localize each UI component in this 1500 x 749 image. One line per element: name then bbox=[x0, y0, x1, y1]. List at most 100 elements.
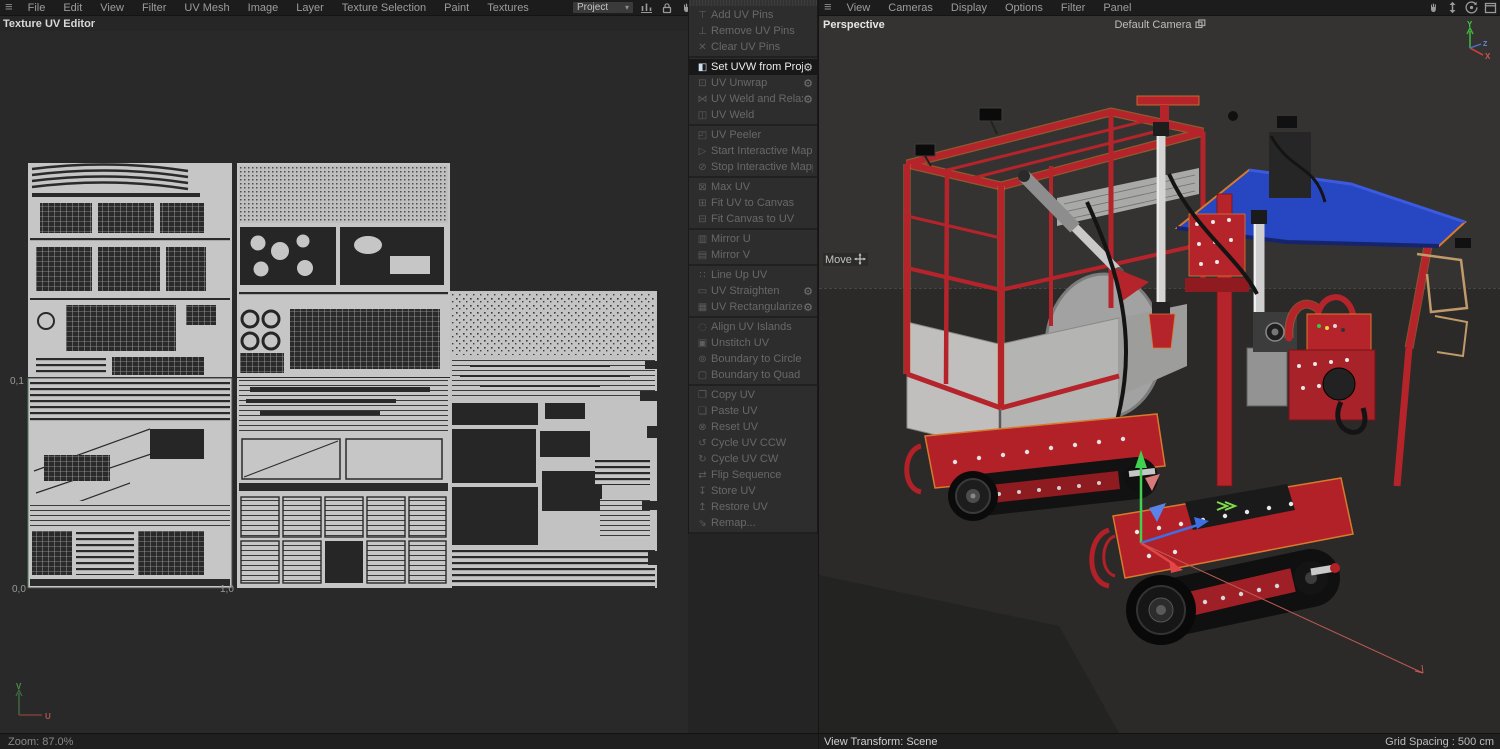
machine-model[interactable] bbox=[907, 96, 1471, 645]
uv-editor-menubar: ≡ FileEditViewFilterUV MeshImageLayerTex… bbox=[0, 0, 688, 16]
zoom-level-label: Zoom: 87.0% bbox=[8, 736, 73, 748]
command-label: Mirror U bbox=[711, 233, 813, 245]
command-stop-interactive-mapping[interactable]: ⊘Stop Interactive Mapping bbox=[689, 159, 817, 175]
command-uv-straighten[interactable]: ▭UV Straighten⚙ bbox=[689, 283, 817, 299]
command-group: ◧Set UVW from Projection⚙⊡UV Unwrap⚙⋈UV … bbox=[689, 58, 817, 126]
command-flip-sequence[interactable]: ⇄Flip Sequence bbox=[689, 467, 817, 483]
command-label: Start Interactive Mapping bbox=[711, 145, 813, 157]
command-label: Fit Canvas to UV bbox=[711, 213, 813, 225]
viewport-menubar: ≡ ViewCamerasDisplayOptionsFilterPanel bbox=[818, 0, 1500, 16]
menu-item-edit[interactable]: Edit bbox=[54, 2, 91, 14]
command-uv-rectangularize[interactable]: ▦UV Rectangularize⚙ bbox=[689, 299, 817, 315]
command-uv-weld[interactable]: ◫UV Weld bbox=[689, 107, 817, 123]
uv-canvas[interactable]: 0,1 0,0 1,0 V U bbox=[0, 31, 688, 733]
hamburger-menu-icon[interactable]: ≡ bbox=[0, 1, 19, 15]
command-uv-unwrap[interactable]: ⊡UV Unwrap⚙ bbox=[689, 75, 817, 91]
command-store-uv[interactable]: ↧Store UV bbox=[689, 483, 817, 499]
command-label: Clear UV Pins bbox=[711, 41, 813, 53]
command-start-interactive-mapping[interactable]: ▷Start Interactive Mapping bbox=[689, 143, 817, 159]
menu-item-view[interactable]: View bbox=[838, 2, 880, 14]
command-label: Align UV Islands bbox=[711, 321, 813, 333]
command-unstitch-uv[interactable]: ▣Unstitch UV bbox=[689, 335, 817, 351]
command-mirror-u[interactable]: ▥Mirror U bbox=[689, 231, 817, 247]
menu-item-file[interactable]: File bbox=[19, 2, 55, 14]
gear-icon[interactable]: ⚙ bbox=[803, 301, 813, 314]
gear-icon[interactable]: ⚙ bbox=[803, 61, 813, 74]
axis-z-label: Z bbox=[1483, 41, 1488, 48]
gear-icon[interactable]: ⚙ bbox=[803, 93, 813, 106]
command-restore-uv[interactable]: ↥Restore UV bbox=[689, 499, 817, 515]
command-paste-uv[interactable]: ❏Paste UV bbox=[689, 403, 817, 419]
command-uv-weld-and-relax[interactable]: ⋈UV Weld and Relax⚙ bbox=[689, 91, 817, 107]
command-clear-uv-pins[interactable]: ✕Clear UV Pins bbox=[689, 39, 817, 55]
command-uv-peeler[interactable]: ◰UV Peeler bbox=[689, 127, 817, 143]
menu-item-layer[interactable]: Layer bbox=[287, 2, 333, 14]
menu-item-options[interactable]: Options bbox=[996, 2, 1052, 14]
menu-item-paint[interactable]: Paint bbox=[435, 2, 478, 14]
uv-axis-gizmo: V U bbox=[6, 683, 54, 725]
command-label: UV Rectangularize bbox=[711, 301, 803, 313]
command-reset-uv[interactable]: ⊗Reset UV bbox=[689, 419, 817, 435]
boundary-quad-icon: ▢ bbox=[694, 370, 711, 381]
command-add-uv-pins[interactable]: ⊤Add UV Pins bbox=[689, 7, 817, 23]
command-remove-uv-pins[interactable]: ⊥Remove UV Pins bbox=[689, 23, 817, 39]
command-boundary-to-quad[interactable]: ▢Boundary to Quad bbox=[689, 367, 817, 383]
unstitch-icon: ▣ bbox=[694, 338, 711, 349]
command-mirror-v[interactable]: ▤Mirror V bbox=[689, 247, 817, 263]
menu-item-view[interactable]: View bbox=[91, 2, 133, 14]
command-set-uvw-from-projection[interactable]: ◧Set UVW from Projection⚙ bbox=[689, 59, 817, 75]
restore-icon: ↥ bbox=[694, 502, 711, 513]
command-label: Remove UV Pins bbox=[711, 25, 813, 37]
orbit-icon[interactable] bbox=[1464, 1, 1479, 14]
uv-editor-statusbar: Zoom: 87.0% bbox=[0, 733, 818, 749]
command-copy-uv[interactable]: ❐Copy UV bbox=[689, 387, 817, 403]
menu-item-panel[interactable]: Panel bbox=[1094, 2, 1140, 14]
histogram-icon[interactable] bbox=[639, 1, 654, 14]
camera-link-icon bbox=[1195, 19, 1206, 29]
command-group: ▥Mirror U▤Mirror V bbox=[689, 230, 817, 266]
hamburger-menu-icon[interactable]: ≡ bbox=[819, 1, 838, 15]
command-group: ◌Align UV Islands▣Unstitch UV⊚Boundary t… bbox=[689, 318, 817, 386]
command-fit-uv-to-canvas[interactable]: ⊞Fit UV to Canvas bbox=[689, 195, 817, 211]
stop-icon: ⊘ bbox=[694, 162, 711, 173]
menu-item-cameras[interactable]: Cameras bbox=[879, 2, 942, 14]
chevron-down-icon: ▾ bbox=[625, 3, 629, 12]
project-dropdown[interactable]: Project ▾ bbox=[572, 1, 634, 14]
command-label: Mirror V bbox=[711, 249, 813, 261]
command-fit-canvas-to-uv[interactable]: ⊟Fit Canvas to UV bbox=[689, 211, 817, 227]
copy-icon: ❐ bbox=[694, 390, 711, 401]
menu-item-display[interactable]: Display bbox=[942, 2, 996, 14]
remap-icon: ⇘ bbox=[694, 518, 711, 529]
menu-item-uv-mesh[interactable]: UV Mesh bbox=[175, 2, 238, 14]
lock-icon[interactable] bbox=[659, 1, 674, 14]
pan-hand-icon[interactable] bbox=[1426, 1, 1441, 14]
gear-icon[interactable]: ⚙ bbox=[803, 285, 813, 298]
menu-item-texture-selection[interactable]: Texture Selection bbox=[333, 2, 435, 14]
command-label: Paste UV bbox=[711, 405, 813, 417]
command-boundary-to-circle[interactable]: ⊚Boundary to Circle bbox=[689, 351, 817, 367]
command-line-up-uv[interactable]: ∷Line Up UV bbox=[689, 267, 817, 283]
command-cycle-uv-cw[interactable]: ↻Cycle UV CW bbox=[689, 451, 817, 467]
perspective-viewport[interactable]: Perspective Default Camera Move Y X Z bbox=[818, 16, 1500, 733]
command-cycle-uv-ccw[interactable]: ↺Cycle UV CCW bbox=[689, 435, 817, 451]
line-up-icon: ∷ bbox=[694, 270, 711, 281]
command-label: UV Peeler bbox=[711, 129, 813, 141]
camera-selector[interactable]: Default Camera bbox=[819, 19, 1500, 31]
align-islands-icon: ◌ bbox=[694, 322, 711, 333]
menu-item-filter[interactable]: Filter bbox=[133, 2, 175, 14]
command-label: Remap... bbox=[711, 517, 813, 529]
gear-icon[interactable]: ⚙ bbox=[803, 77, 813, 90]
dolly-icon[interactable] bbox=[1445, 1, 1460, 14]
texture-uv-editor-tab[interactable]: Texture UV Editor bbox=[0, 16, 688, 31]
menu-item-filter[interactable]: Filter bbox=[1052, 2, 1094, 14]
straighten-icon: ▭ bbox=[694, 286, 711, 297]
command-max-uv[interactable]: ⊠Max UV bbox=[689, 179, 817, 195]
maximize-icon[interactable] bbox=[1483, 1, 1498, 14]
menu-item-image[interactable]: Image bbox=[239, 2, 288, 14]
viewport-axis-gizmo: Y X Z bbox=[1454, 20, 1496, 60]
rectangularize-icon: ▦ bbox=[694, 302, 711, 313]
command-align-uv-islands[interactable]: ◌Align UV Islands bbox=[689, 319, 817, 335]
menu-item-textures[interactable]: Textures bbox=[478, 2, 538, 14]
command-remap[interactable]: ⇘Remap... bbox=[689, 515, 817, 531]
uv-coord-label-00: 0,0 bbox=[12, 584, 26, 595]
